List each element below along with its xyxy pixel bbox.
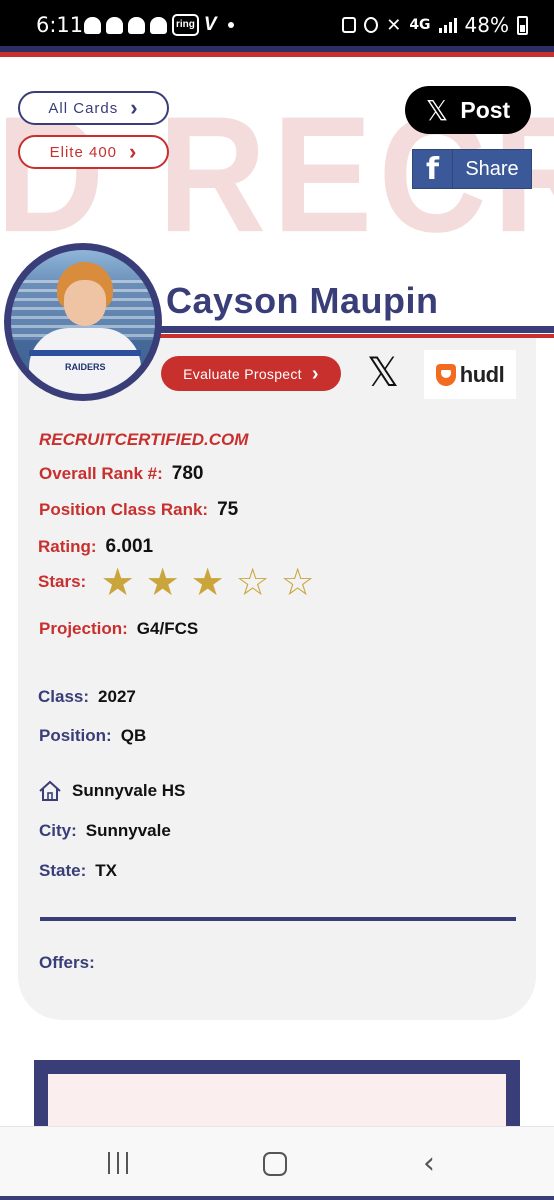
- position-value: QB: [120, 726, 147, 745]
- overall-rank-value: 780: [171, 463, 204, 484]
- chevron-right-icon: ›: [130, 95, 139, 120]
- site-name: RECRUITCERTIFIED.COM: [39, 430, 249, 449]
- rating-value: 6.001: [105, 536, 154, 557]
- state-value: TX: [95, 861, 117, 880]
- snapchat-icon: [106, 16, 123, 34]
- hudl-link[interactable]: hudl: [424, 350, 516, 399]
- alarm-icon: [364, 17, 379, 33]
- player-avatar: RAIDERS: [4, 243, 162, 401]
- hudl-label: hudl: [459, 361, 505, 387]
- chevron-right-icon: ›: [311, 362, 319, 385]
- signal-icon: [438, 17, 457, 33]
- share-label: Share: [465, 157, 519, 180]
- name-underline-red: [150, 334, 554, 338]
- star-filled-icon: ★: [190, 560, 225, 604]
- next-card-content: [48, 1074, 506, 1134]
- facebook-icon: f: [413, 150, 453, 188]
- offers-row: Offers:: [39, 953, 95, 973]
- x-icon: 𝕏: [425, 93, 449, 127]
- all-cards-button[interactable]: All Cards ›: [18, 91, 169, 125]
- section-divider: [40, 917, 516, 921]
- recent-apps-button[interactable]: [108, 1152, 128, 1174]
- city-label: City:: [39, 821, 77, 840]
- battery-icon: [517, 15, 528, 35]
- jersey-text: RAIDERS: [65, 362, 106, 372]
- snapchat-icon: [150, 16, 167, 34]
- header-stripe-red: [0, 52, 554, 57]
- projection-label: Projection:: [39, 619, 128, 638]
- star-rating: ★ ★ ★ ☆ ☆: [96, 560, 319, 604]
- stars-label: Stars:: [38, 572, 87, 591]
- projection-value: G4/FCS: [136, 619, 199, 638]
- x-post-button[interactable]: 𝕏 Post: [405, 86, 531, 134]
- school-row: Sunnyvale HS: [38, 780, 185, 802]
- home-button[interactable]: [263, 1152, 287, 1176]
- city-value: Sunnyvale: [85, 821, 171, 840]
- facebook-share-button[interactable]: f Share: [412, 149, 532, 189]
- city-row: City: Sunnyvale: [39, 821, 171, 841]
- mute-icon: ✕: [386, 14, 402, 36]
- projection-row: Projection: G4/FCS: [39, 619, 198, 639]
- star-filled-icon: ★: [100, 560, 135, 604]
- position-class-rank-row: Position Class Rank: 75: [39, 499, 238, 521]
- ring-app-icon: ring: [172, 14, 199, 36]
- venmo-icon: V: [203, 14, 217, 35]
- class-label: Class:: [38, 687, 90, 706]
- status-time: 6:11: [36, 13, 84, 37]
- overall-rank-label: Overall Rank #:: [39, 464, 163, 483]
- rating-row: Rating: 6.001: [38, 536, 153, 558]
- more-notifications-icon: [227, 22, 234, 28]
- player-photo: RAIDERS: [11, 250, 155, 394]
- battery-percent: 48%: [464, 13, 509, 37]
- class-value: 2027: [98, 687, 136, 706]
- x-profile-link[interactable]: 𝕏: [364, 352, 402, 394]
- snapchat-icon: [128, 16, 145, 34]
- elite-400-label: Elite 400: [49, 143, 118, 161]
- snapchat-icon: [84, 16, 101, 34]
- position-row: Position: QB: [39, 726, 146, 746]
- rating-label: Rating:: [38, 537, 97, 556]
- player-name: Cayson Maupin: [166, 280, 439, 321]
- star-filled-icon: ★: [145, 560, 180, 604]
- x-icon: 𝕏: [366, 350, 400, 396]
- evaluate-prospect-label: Evaluate Prospect: [183, 365, 302, 382]
- recruit-profile-page: 6:11 ring V ✕ 4G 48% D RECRUIT All Cards…: [0, 0, 554, 1200]
- post-label: Post: [460, 96, 511, 123]
- status-bar: 6:11 ring V ✕ 4G 48%: [0, 0, 554, 46]
- nav-handle: [0, 1196, 554, 1200]
- all-cards-label: All Cards: [48, 99, 119, 117]
- notification-icons: ring V: [84, 14, 234, 36]
- evaluate-prospect-button[interactable]: Evaluate Prospect ›: [161, 356, 341, 391]
- nfc-icon: [342, 17, 357, 33]
- class-row: Class: 2027: [38, 687, 136, 707]
- network-type: 4G: [409, 17, 431, 33]
- elite-400-button[interactable]: Elite 400 ›: [18, 135, 169, 169]
- system-status: ✕ 4G 48%: [342, 13, 528, 37]
- back-button[interactable]: ‹: [423, 1149, 435, 1179]
- offers-label: Offers:: [39, 953, 95, 972]
- position-class-rank-value: 75: [217, 499, 239, 520]
- chevron-right-icon: ›: [129, 139, 138, 164]
- overall-rank-row: Overall Rank #: 780: [39, 463, 203, 485]
- position-label: Position:: [39, 726, 112, 745]
- stars-row: Stars: ★ ★ ★ ☆ ☆: [38, 560, 319, 604]
- hudl-logo-icon: [435, 363, 456, 386]
- star-empty-icon: ☆: [280, 560, 315, 604]
- star-empty-icon: ☆: [235, 560, 270, 604]
- state-label: State:: [39, 861, 87, 880]
- position-class-rank-label: Position Class Rank:: [39, 500, 209, 519]
- state-row: State: TX: [39, 861, 117, 881]
- house-icon: [39, 780, 61, 801]
- school-value: Sunnyvale HS: [72, 781, 186, 800]
- name-underline-navy: [150, 326, 554, 333]
